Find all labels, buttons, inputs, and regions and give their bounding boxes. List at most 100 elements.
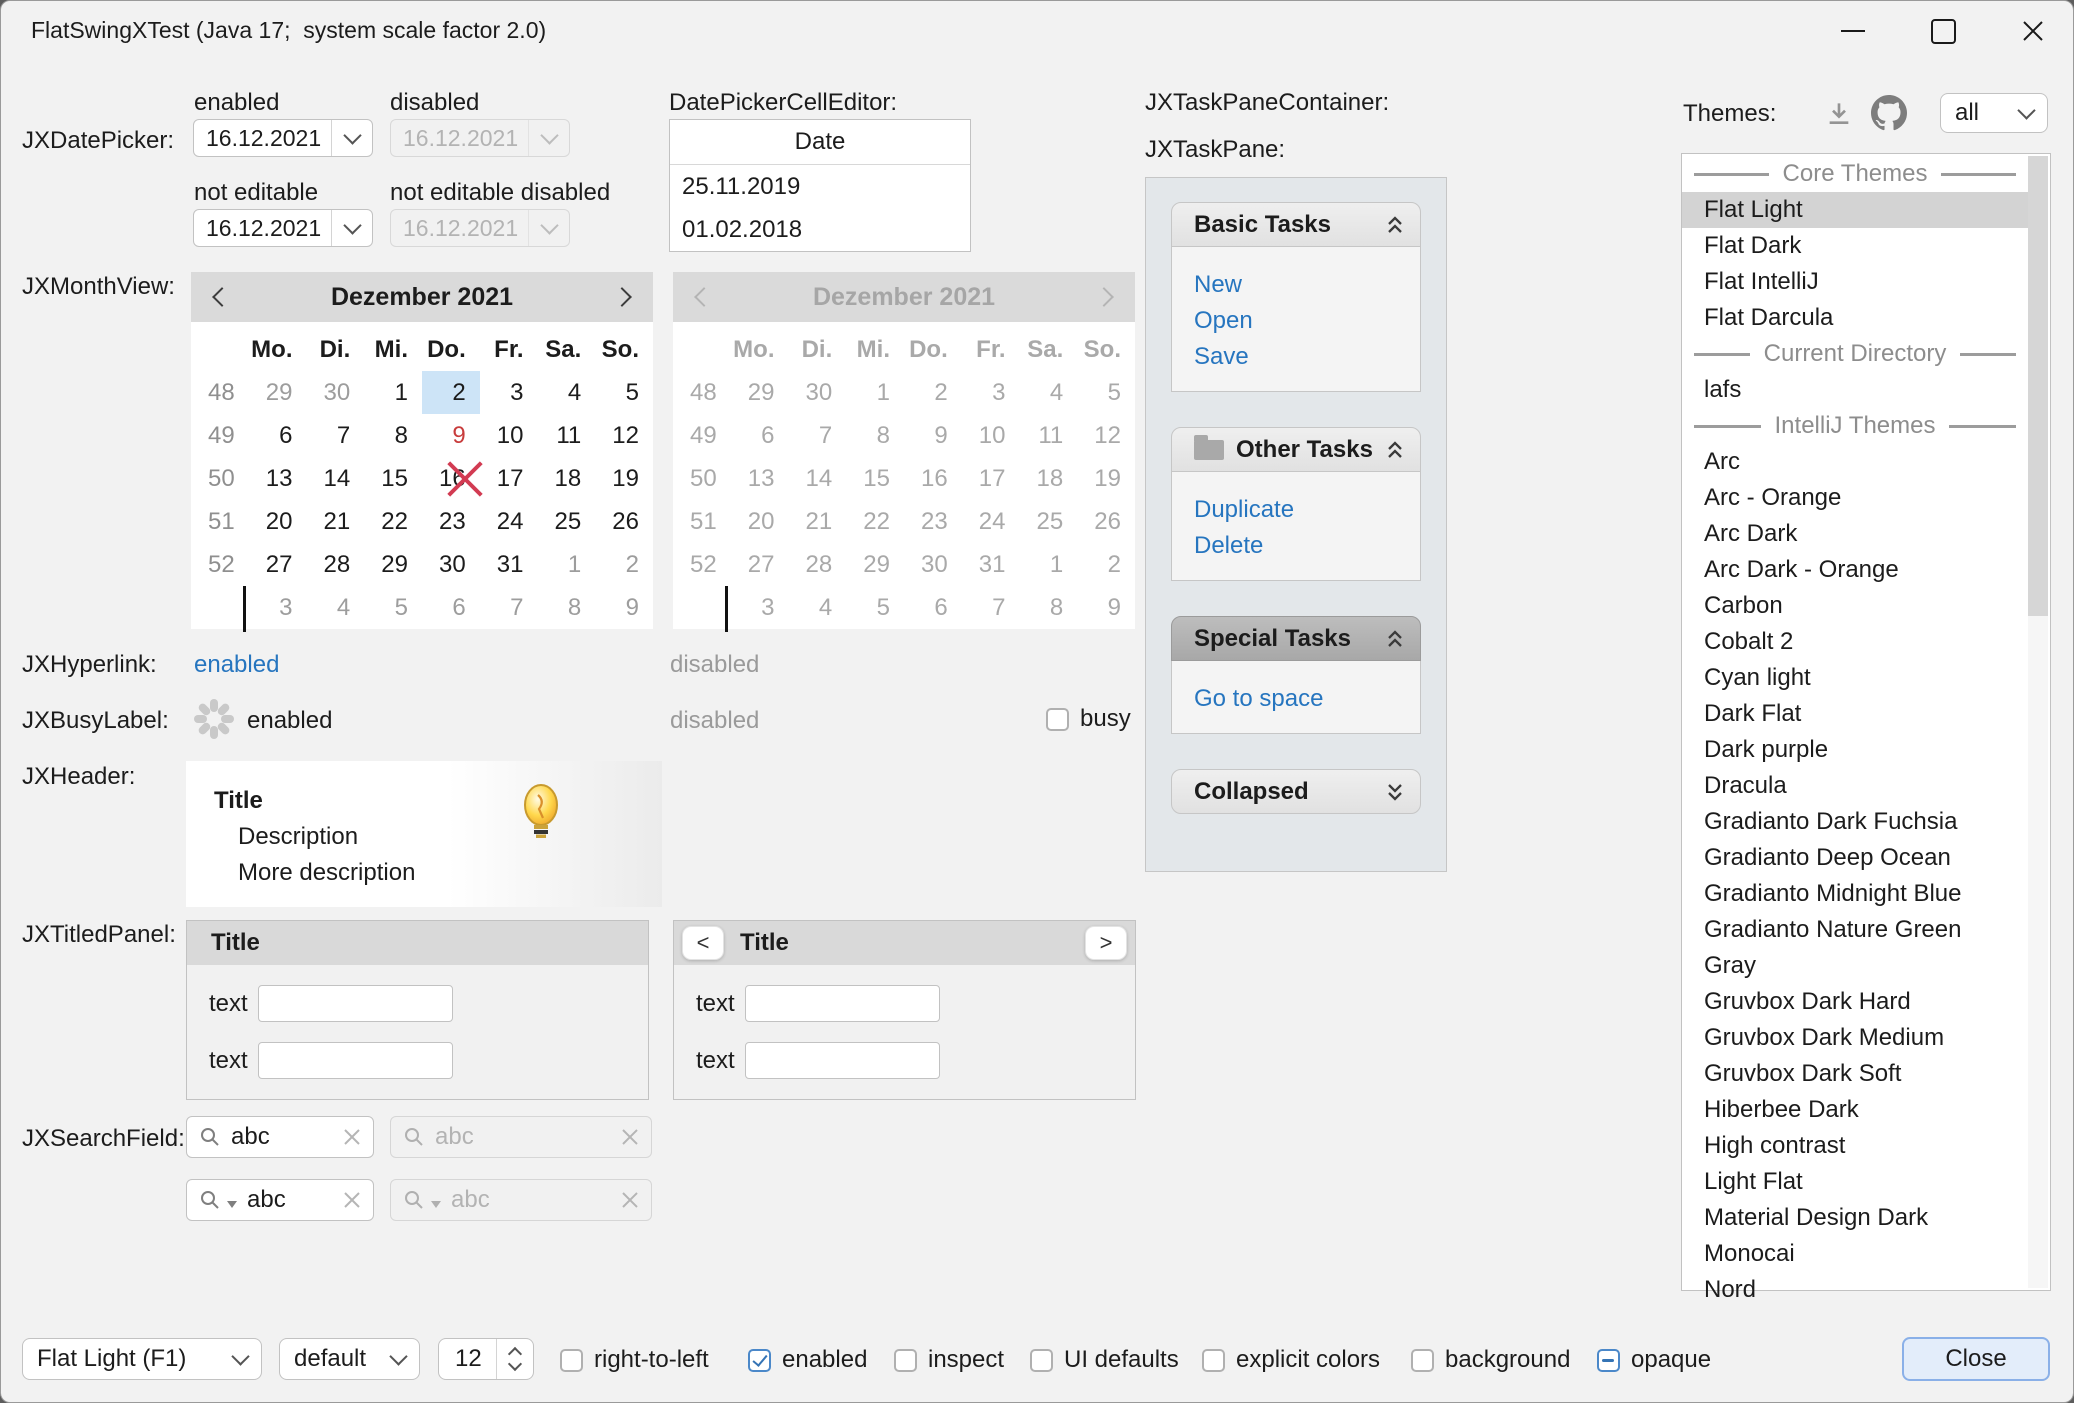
laf-combo[interactable]: Flat Light (F1) xyxy=(22,1338,262,1380)
theme-item[interactable]: Gradianto Dark Fuchsia xyxy=(1682,804,2028,840)
day-cell[interactable]: 8 xyxy=(364,414,422,457)
minimize-button[interactable] xyxy=(1813,1,1893,61)
day-cell[interactable]: 3 xyxy=(249,586,307,629)
day-cell[interactable]: 1 xyxy=(538,543,596,586)
theme-item[interactable]: Arc Dark - Orange xyxy=(1682,552,2028,588)
checkbox-enabled[interactable]: enabled xyxy=(748,1346,867,1374)
day-cell[interactable]: 17 xyxy=(480,457,538,500)
day-cell[interactable]: 23 xyxy=(422,500,480,543)
search-field-with-menu[interactable]: abc xyxy=(186,1179,374,1221)
theme-item[interactable]: Gruvbox Dark Soft xyxy=(1682,1056,2028,1092)
day-cell[interactable]: 11 xyxy=(538,414,596,457)
theme-item[interactable]: Dracula xyxy=(1682,768,2028,804)
prev-month-icon[interactable] xyxy=(212,287,232,307)
theme-item[interactable]: lafs xyxy=(1682,372,2028,408)
day-cell[interactable]: 27 xyxy=(249,543,307,586)
close-button[interactable]: Close xyxy=(1902,1337,2050,1381)
day-cell[interactable]: 29 xyxy=(249,371,307,414)
theme-item[interactable]: Gradianto Nature Green xyxy=(1682,912,2028,948)
day-cell[interactable]: 21 xyxy=(307,500,365,543)
collapse-icon[interactable] xyxy=(1384,439,1406,461)
datepicker-dropdown-button[interactable] xyxy=(331,210,372,246)
text-input[interactable] xyxy=(745,985,940,1022)
font-combo[interactable]: default xyxy=(279,1338,420,1380)
day-cell[interactable]: 18 xyxy=(538,457,596,500)
day-cell[interactable]: 15 xyxy=(364,457,422,500)
taskpane-header[interactable]: Collapsed xyxy=(1171,769,1421,814)
day-cell[interactable]: 30 xyxy=(422,543,480,586)
day-cell[interactable]: 31 xyxy=(480,543,538,586)
theme-item[interactable]: Light Flat xyxy=(1682,1164,2028,1200)
maximize-button[interactable] xyxy=(1903,1,1983,61)
search-options-caret-icon[interactable] xyxy=(227,1201,237,1208)
theme-item[interactable]: Gruvbox Dark Medium xyxy=(1682,1020,2028,1056)
checkbox-opaque[interactable]: opaque xyxy=(1597,1346,1711,1374)
checkbox-ui-defaults[interactable]: UI defaults xyxy=(1030,1346,1179,1374)
checkbox-inspect[interactable]: inspect xyxy=(894,1346,1004,1374)
theme-item[interactable]: Hiberbee Dark xyxy=(1682,1092,2028,1128)
day-cell[interactable]: 6 xyxy=(249,414,307,457)
day-cell[interactable]: 9 xyxy=(595,586,653,629)
month-view-enabled[interactable]: Dezember 2021Mo.Di.Mi.Do.Fr.Sa.So.482930… xyxy=(191,272,653,633)
search-field[interactable]: abc xyxy=(186,1116,374,1158)
collapse-icon[interactable] xyxy=(1384,214,1406,236)
day-cell[interactable]: 16 xyxy=(422,457,480,500)
day-cell[interactable]: 7 xyxy=(480,586,538,629)
font-size-spinner[interactable]: 12 xyxy=(438,1338,534,1380)
text-input[interactable] xyxy=(258,1042,453,1079)
checkbox[interactable] xyxy=(894,1349,917,1372)
taskpane-link[interactable]: New xyxy=(1194,267,1420,303)
day-cell[interactable]: 29 xyxy=(364,543,422,586)
busy-checkbox[interactable] xyxy=(1046,708,1069,731)
checkbox-right-to-left[interactable]: right-to-left xyxy=(560,1346,709,1374)
day-cell[interactable]: 5 xyxy=(595,371,653,414)
theme-item[interactable]: Flat Light xyxy=(1682,192,2028,228)
day-cell[interactable]: 30 xyxy=(307,371,365,414)
themes-filter-combo[interactable]: all xyxy=(1940,93,2048,133)
day-cell[interactable]: 14 xyxy=(307,457,365,500)
datepicker-not-editable[interactable]: 16.12.2021 xyxy=(193,209,373,247)
checkbox[interactable] xyxy=(748,1349,771,1372)
checkbox-explicit-colors[interactable]: explicit colors xyxy=(1202,1346,1380,1374)
taskpane-header[interactable]: Other Tasks xyxy=(1171,427,1421,472)
checkbox[interactable] xyxy=(1030,1349,1053,1372)
taskpane-link[interactable]: Open xyxy=(1194,303,1420,339)
day-cell[interactable]: 8 xyxy=(538,586,596,629)
datepicker-enabled[interactable]: 16.12.2021 xyxy=(193,119,373,157)
taskpane-header[interactable]: Special Tasks xyxy=(1171,616,1421,661)
hyperlink-enabled[interactable]: enabled xyxy=(194,651,279,679)
theme-item[interactable]: Arc xyxy=(1682,444,2028,480)
spinner-buttons[interactable] xyxy=(496,1339,533,1379)
theme-item[interactable]: Arc Dark xyxy=(1682,516,2028,552)
table-row[interactable]: 25.11.2019 xyxy=(670,165,970,208)
prev-button[interactable]: < xyxy=(682,926,724,960)
next-button[interactable]: > xyxy=(1085,926,1127,960)
day-cell[interactable]: 3 xyxy=(480,371,538,414)
day-cell[interactable]: 24 xyxy=(480,500,538,543)
day-cell[interactable]: 1 xyxy=(364,371,422,414)
theme-item[interactable]: Dark Flat xyxy=(1682,696,2028,732)
taskpane-link[interactable]: Go to space xyxy=(1194,681,1420,717)
scrollbar-thumb[interactable] xyxy=(2028,156,2048,616)
theme-item[interactable]: Gray xyxy=(1682,948,2028,984)
checkbox[interactable] xyxy=(1597,1349,1620,1372)
table-column-header[interactable]: Date xyxy=(670,120,970,165)
day-cell[interactable]: 12 xyxy=(595,414,653,457)
clear-icon[interactable] xyxy=(343,1128,361,1146)
theme-item[interactable]: Flat Darcula xyxy=(1682,300,2028,336)
expand-icon[interactable] xyxy=(1384,781,1406,803)
busy-checkbox-row[interactable]: busy xyxy=(1046,705,1131,733)
theme-item[interactable]: Material Design Dark xyxy=(1682,1200,2028,1236)
day-cell[interactable]: 6 xyxy=(422,586,480,629)
checkbox[interactable] xyxy=(1202,1349,1225,1372)
day-cell[interactable]: 25 xyxy=(538,500,596,543)
theme-item[interactable]: Nord xyxy=(1682,1272,2028,1308)
theme-item[interactable]: High contrast xyxy=(1682,1128,2028,1164)
day-cell[interactable]: 26 xyxy=(595,500,653,543)
close-window-button[interactable] xyxy=(1993,1,2073,61)
text-input[interactable] xyxy=(258,985,453,1022)
day-cell[interactable]: 20 xyxy=(249,500,307,543)
taskpane-link[interactable]: Save xyxy=(1194,339,1420,375)
theme-item[interactable]: Dark purple xyxy=(1682,732,2028,768)
day-cell[interactable]: 2 xyxy=(422,371,480,414)
